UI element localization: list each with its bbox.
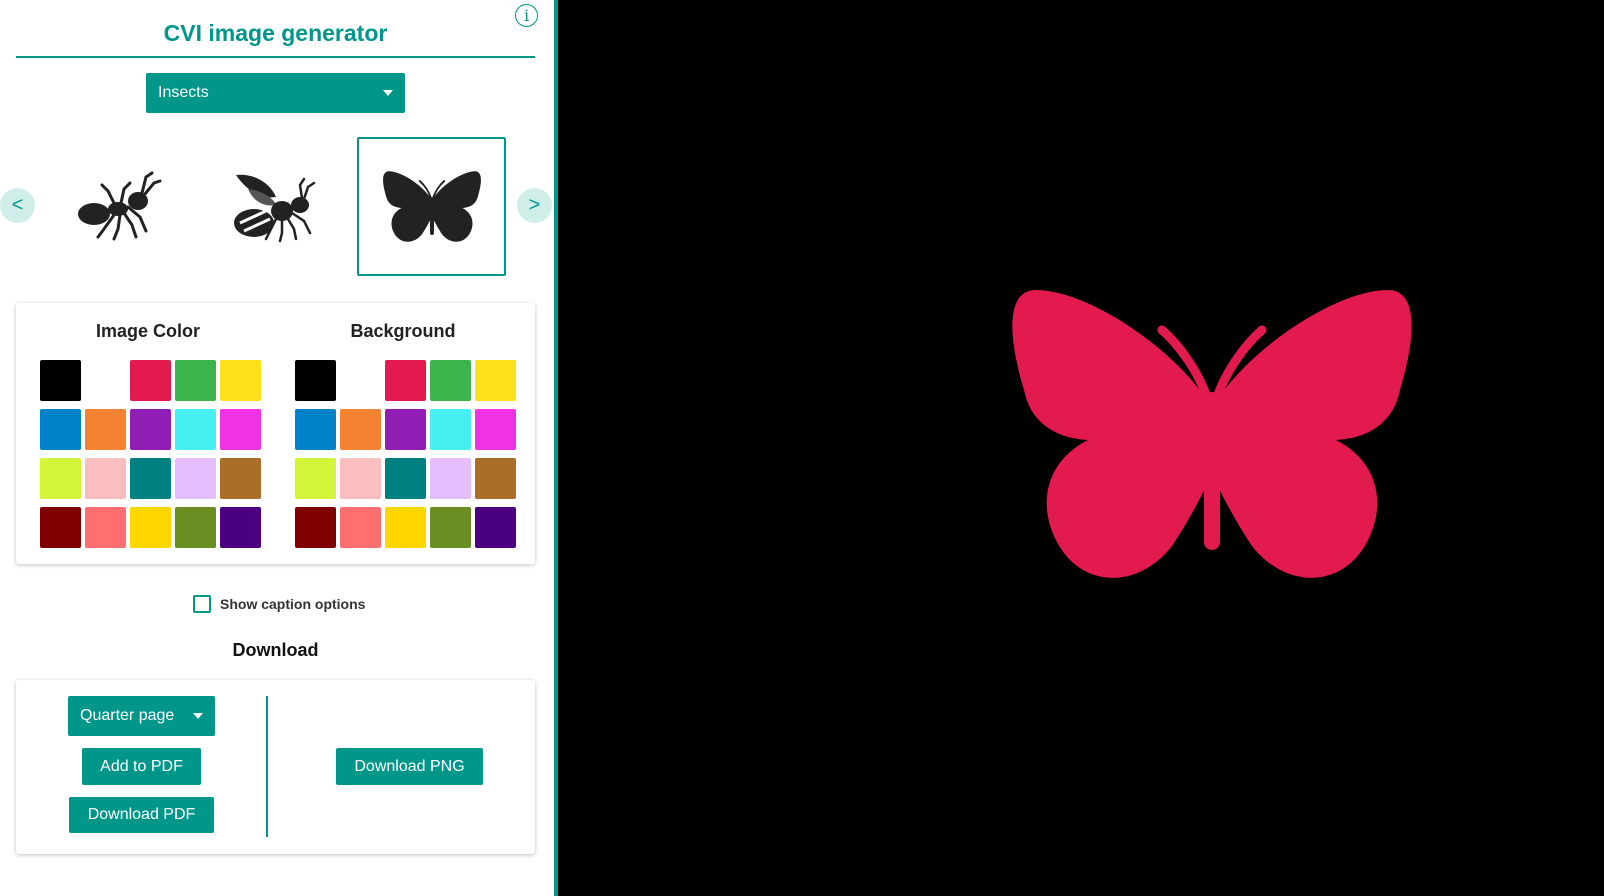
- color-swatch[interactable]: [85, 360, 126, 401]
- color-swatch[interactable]: [85, 409, 126, 450]
- caption-options-toggle[interactable]: Show caption options: [193, 595, 365, 613]
- color-swatch[interactable]: [130, 360, 171, 401]
- image-color-swatches: [40, 360, 261, 548]
- color-swatch[interactable]: [340, 458, 381, 499]
- color-swatch[interactable]: [175, 360, 216, 401]
- color-swatch[interactable]: [40, 458, 81, 499]
- page-size-value: Quarter page: [80, 707, 175, 724]
- page-title: CVI image generator: [163, 20, 388, 46]
- page-size-dropdown[interactable]: Quarter page: [68, 696, 215, 736]
- category-dropdown-value: Insects: [158, 84, 209, 101]
- download-card: Quarter page Add to PDF Download PDF Dow…: [16, 680, 535, 854]
- color-swatch[interactable]: [295, 507, 336, 548]
- thumbnail-ant[interactable]: [44, 137, 193, 276]
- color-swatch[interactable]: [385, 458, 426, 499]
- color-swatch[interactable]: [175, 507, 216, 548]
- download-divider: [266, 696, 268, 837]
- color-swatch[interactable]: [475, 360, 516, 401]
- color-swatch[interactable]: [220, 458, 261, 499]
- download-png-button[interactable]: Download PNG: [336, 748, 483, 785]
- butterfly-icon: [1012, 290, 1412, 578]
- download-pdf-button[interactable]: Download PDF: [69, 797, 214, 833]
- color-swatch[interactable]: [475, 409, 516, 450]
- caret-down-icon: [383, 90, 393, 96]
- color-swatch[interactable]: [295, 409, 336, 450]
- color-swatch[interactable]: [220, 409, 261, 450]
- color-swatch[interactable]: [130, 458, 171, 499]
- color-swatch[interactable]: [430, 507, 471, 548]
- color-swatch[interactable]: [40, 360, 81, 401]
- color-swatch[interactable]: [430, 458, 471, 499]
- color-swatch[interactable]: [175, 409, 216, 450]
- caption-checkbox[interactable]: [193, 595, 211, 613]
- butterfly-icon: [382, 170, 481, 242]
- color-swatch[interactable]: [85, 458, 126, 499]
- color-swatch[interactable]: [340, 360, 381, 401]
- color-swatch[interactable]: [130, 507, 171, 548]
- color-swatch[interactable]: [220, 507, 261, 548]
- bee-icon: [233, 174, 315, 242]
- color-swatch[interactable]: [430, 409, 471, 450]
- background-color-swatches: [295, 360, 516, 548]
- image-color-heading: Image Color: [95, 321, 201, 341]
- background-color-heading: Background: [350, 321, 456, 341]
- carousel-next-button[interactable]: >: [517, 188, 552, 223]
- color-swatch[interactable]: [85, 507, 126, 548]
- color-swatch[interactable]: [475, 458, 516, 499]
- category-dropdown[interactable]: Insects: [146, 73, 405, 113]
- color-swatch[interactable]: [475, 507, 516, 548]
- add-to-pdf-button[interactable]: Add to PDF: [82, 748, 201, 785]
- color-picker-card: Image Color Background: [16, 303, 535, 564]
- control-panel: i CVI image generator Insects < > Image …: [0, 0, 554, 896]
- caption-label: Show caption options: [220, 596, 366, 612]
- carousel-prev-button[interactable]: <: [0, 188, 35, 223]
- color-swatch[interactable]: [340, 409, 381, 450]
- color-swatch[interactable]: [40, 507, 81, 548]
- color-swatch[interactable]: [130, 409, 171, 450]
- color-swatch[interactable]: [340, 507, 381, 548]
- color-swatch[interactable]: [430, 360, 471, 401]
- ant-icon: [77, 171, 161, 240]
- thumbnail-butterfly[interactable]: [357, 137, 506, 276]
- color-swatch[interactable]: [40, 409, 81, 450]
- color-swatch[interactable]: [295, 458, 336, 499]
- color-swatch[interactable]: [385, 360, 426, 401]
- color-swatch[interactable]: [385, 409, 426, 450]
- thumbnail-bee[interactable]: [200, 137, 349, 276]
- download-heading: Download: [232, 640, 319, 660]
- title-divider: [16, 56, 535, 58]
- color-swatch[interactable]: [385, 507, 426, 548]
- color-swatch[interactable]: [220, 360, 261, 401]
- color-swatch[interactable]: [175, 458, 216, 499]
- caret-down-icon: [193, 713, 203, 719]
- color-swatch[interactable]: [295, 360, 336, 401]
